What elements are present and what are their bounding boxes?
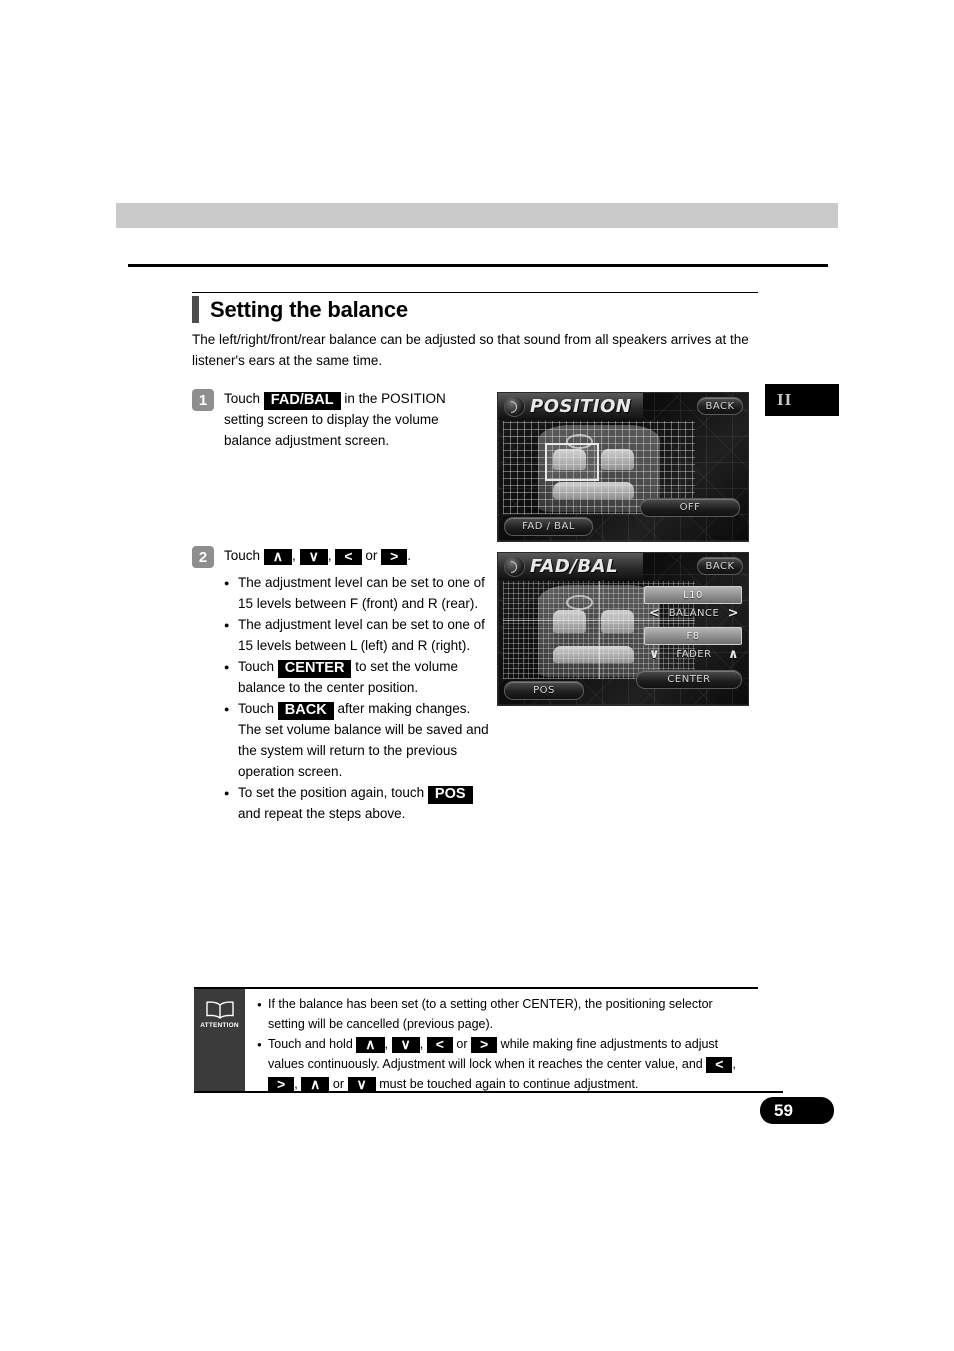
title-accent-bar — [192, 296, 199, 323]
comma-a1: , — [384, 1037, 389, 1051]
right-arrow-key-chip: > — [471, 1037, 498, 1053]
bullet-4-pre: Touch — [238, 701, 275, 716]
seat-front-right — [600, 448, 634, 471]
step-2-badge: 2 — [192, 546, 214, 568]
up-arrow-key-chip: ∧ — [356, 1037, 385, 1053]
list-item: The adjustment level can be set to one o… — [224, 572, 492, 614]
fader-down-arrow-button[interactable]: ∨ — [649, 647, 660, 662]
attention-box: ATTENTION If the balance has been set (t… — [194, 989, 758, 1094]
seat-front-right — [600, 610, 634, 633]
header-divider-rule — [128, 264, 828, 267]
speaker-logo-icon — [504, 556, 525, 577]
seat-front-left — [552, 610, 586, 633]
comma-a4: , — [294, 1077, 298, 1091]
position-off-button[interactable]: OFF — [640, 498, 740, 517]
attention-list: If the balance has been set (to a settin… — [257, 994, 752, 1094]
up-arrow-key-chip: ∧ — [263, 549, 293, 565]
pos-key-chip: POS — [427, 786, 473, 804]
page-number-rule — [755, 1091, 783, 1093]
book-icon — [205, 1001, 234, 1019]
bullet-5-pre: To set the position again, touch — [238, 785, 425, 800]
down-arrow-key-chip: ∨ — [299, 549, 328, 565]
step-1-text: Touch FAD/BAL in the POSITION setting sc… — [224, 388, 482, 451]
right-arrow-key-chip: > — [381, 549, 408, 565]
fader-value-display: F8 — [644, 627, 742, 645]
step-1: 1 Touch FAD/BAL in the POSITION setting … — [192, 388, 482, 451]
list-item: If the balance has been set (to a settin… — [257, 994, 752, 1034]
page-number: 59 — [760, 1097, 834, 1124]
attention-2-or: or — [456, 1037, 468, 1051]
step-2-bullet-list: The adjustment level can be set to one o… — [224, 572, 492, 824]
section-intro-text: The left/right/front/rear balance can be… — [192, 332, 749, 368]
balance-right-arrow-button[interactable]: > — [728, 606, 739, 621]
step-2-lead-line: Touch ∧, ∨, < or >. — [224, 545, 492, 566]
title-top-rule — [192, 292, 758, 293]
chapter-tab-label: II — [777, 390, 793, 409]
position-back-button[interactable]: BACK — [697, 397, 743, 415]
balance-control-row: < BALANCE > — [646, 605, 742, 622]
bullet-4-post: after making changes. The set volume bal… — [238, 701, 489, 779]
list-item: Touch and hold ∧, ∨, < or > while making… — [257, 1034, 752, 1094]
attention-content: If the balance has been set (to a settin… — [245, 989, 758, 1094]
left-arrow-key-chip: < — [335, 549, 362, 565]
step-2-lead-before: Touch — [224, 548, 261, 563]
attention-2-pre: Touch and hold — [268, 1037, 353, 1051]
balance-value-display: L10 — [644, 586, 742, 604]
fader-control-row: ∨ FADER ∧ — [646, 646, 742, 663]
page-title: Setting the balance — [210, 297, 408, 322]
comma-2: , — [327, 548, 332, 563]
header-gray-bar — [116, 203, 838, 228]
center-key-chip: CENTER — [277, 660, 352, 678]
position-fadbal-button[interactable]: FAD / BAL — [504, 517, 593, 536]
position-screen-image: POSITION BACK OFF FAD / BAL — [497, 392, 749, 542]
down-arrow-key-chip: ∨ — [391, 1037, 420, 1053]
fadbal-screen-image: FAD/BAL BACK L10 < BALANCE > F8 ∨ FADER … — [497, 552, 749, 706]
fadbal-back-button[interactable]: BACK — [697, 557, 743, 575]
balance-left-arrow-button[interactable]: < — [649, 606, 660, 621]
chapter-tab-marker: II — [765, 384, 839, 416]
list-item: To set the position again, touch POS and… — [224, 782, 492, 824]
balance-label: BALANCE — [668, 608, 720, 619]
comma-1: , — [292, 548, 296, 563]
position-screen-title: POSITION — [530, 396, 632, 417]
list-item: The adjustment level can be set to one o… — [224, 614, 492, 656]
speaker-logo-icon — [504, 396, 525, 417]
list-item: Touch BACK after making changes. The set… — [224, 698, 492, 782]
page-title-group: Setting the balance — [192, 296, 408, 323]
comma-a3: , — [732, 1057, 736, 1071]
balance-crosshair-vertical — [599, 581, 600, 679]
attention-2-or2: or — [332, 1077, 345, 1091]
fadbal-key-chip: FAD/BAL — [263, 392, 341, 410]
bullet-3-pre: Touch — [238, 659, 275, 674]
step-1-text-before: Touch — [224, 391, 261, 406]
fadbal-center-button[interactable]: CENTER — [636, 670, 742, 689]
seat-rear — [552, 645, 634, 664]
comma-a2: , — [419, 1037, 424, 1051]
back-key-chip: BACK — [277, 702, 334, 720]
left-arrow-key-chip: < — [426, 1037, 453, 1053]
fadbal-pos-button[interactable]: POS — [504, 681, 584, 700]
step-2-lead-end: . — [407, 548, 412, 563]
step-2-text: Touch ∧, ∨, < or >. The adjustment level… — [224, 545, 492, 824]
left-arrow-key-chip-2: < — [706, 1057, 733, 1073]
attention-icon-label: ATTENTION — [200, 1022, 239, 1029]
step-2-lead-or: or — [365, 548, 378, 563]
attention-icon-panel: ATTENTION — [194, 989, 245, 1091]
attention-bottom-rule — [194, 1091, 758, 1093]
step-2: 2 Touch ∧, ∨, < or >. The adjustment lev… — [192, 545, 492, 824]
list-item: Touch CENTER to set the volume balance t… — [224, 656, 492, 698]
fader-label: FADER — [676, 649, 712, 660]
bullet-5-post: and repeat the steps above. — [238, 806, 406, 821]
fader-up-arrow-button[interactable]: ∧ — [728, 647, 739, 662]
seat-rear — [552, 482, 634, 500]
position-selection-box[interactable] — [545, 443, 600, 481]
attention-2-post: must be touched again to continue adjust… — [379, 1077, 639, 1091]
step-1-badge: 1 — [192, 389, 214, 411]
fadbal-screen-title: FAD/BAL — [530, 556, 619, 577]
